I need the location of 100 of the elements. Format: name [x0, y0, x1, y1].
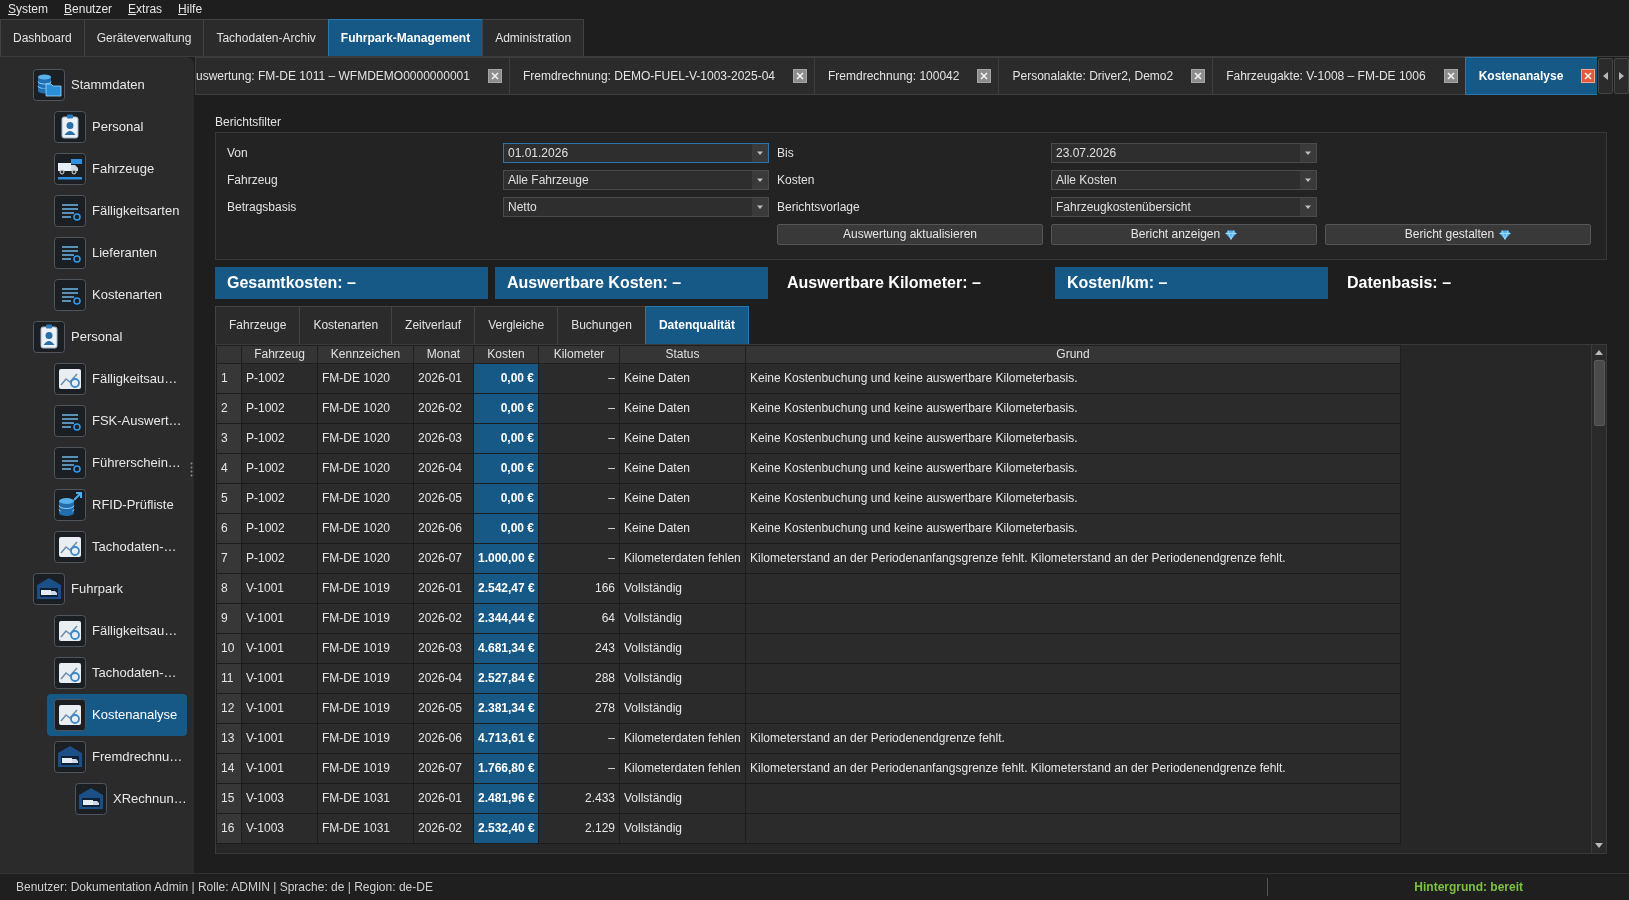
sidebar-item[interactable]: Stammdaten: [26, 64, 187, 106]
sidebar-item[interactable]: Fuhrpark: [26, 568, 187, 610]
tab[interactable]: Fahrzeuge: [215, 306, 301, 344]
action-button[interactable]: Bericht anzeigen: [1051, 224, 1317, 245]
background-status-text: Hintergrund: bereit: [1414, 879, 1523, 895]
sidebar-item[interactable]: Führerschein…: [47, 442, 187, 484]
list-icon: [54, 237, 86, 269]
table-cell: 0,00 €: [473, 453, 539, 484]
table-cell: FM-DE 1019: [317, 573, 414, 604]
tab[interactable]: Geräteverwaltung: [83, 19, 205, 56]
sidebar-item[interactable]: FSK-Auswert…: [47, 400, 187, 442]
column-header[interactable]: Kosten: [473, 345, 539, 364]
sidebar-item[interactable]: Kostenarten: [47, 274, 187, 316]
tab[interactable]: Tachodaten-Archiv: [203, 19, 329, 56]
tab[interactable]: Fremdrechnung: 100042: [814, 57, 1000, 95]
table-cell: 166: [538, 573, 620, 604]
table-cell: 2026-05: [413, 693, 474, 724]
sidebar-item[interactable]: Personal: [47, 106, 187, 148]
tab[interactable]: uswertung: FM-DE 1011 – WFMDEMO0000000001: [195, 57, 510, 95]
column-header[interactable]: Grund: [745, 345, 1401, 364]
sidebar-item[interactable]: Kostenanalyse: [47, 694, 187, 736]
row-header: 7: [216, 543, 242, 574]
dropdown[interactable]: 23.07.2026: [1051, 143, 1317, 163]
sidebar-item[interactable]: Personal: [26, 316, 187, 358]
sidebar-item[interactable]: Fahrzeuge: [47, 148, 187, 190]
table-cell: P-1002: [241, 423, 318, 454]
table-cell: Kilometerstand an der Periodenendgrenze fehlt.: [745, 723, 1401, 754]
column-header[interactable]: Monat: [413, 345, 474, 364]
tab[interactable]: Zeitverlauf: [391, 306, 476, 344]
dropdown[interactable]: Fahrzeugkostenübersicht: [1051, 197, 1317, 217]
table-cell: 2026-07: [413, 753, 474, 784]
dropdown[interactable]: 01.01.2026: [503, 143, 769, 163]
tab[interactable]: Buchungen: [557, 306, 646, 344]
splitter-grip-icon[interactable]: [190, 462, 193, 479]
table-cell: Vollständig: [619, 693, 746, 724]
table-cell: 2026-01: [413, 573, 474, 604]
tab[interactable]: Administration: [482, 19, 585, 56]
menu-item[interactable]: System: [0, 0, 57, 19]
table-cell: Keine Daten: [619, 483, 746, 514]
table-cell: FM-DE 1031: [317, 813, 414, 844]
row-header: 16: [216, 813, 242, 844]
dropdown[interactable]: Alle Fahrzeuge: [503, 170, 769, 190]
garage-truck-icon: [33, 573, 65, 605]
table-cell: –: [538, 363, 620, 394]
sidebar-item[interactable]: RFID-Prüfliste: [47, 484, 187, 526]
column-header[interactable]: Status: [619, 345, 746, 364]
menu-item[interactable]: Benutzer: [56, 0, 121, 19]
close-icon[interactable]: [1581, 69, 1596, 83]
scroll-left-button[interactable]: [1598, 58, 1614, 94]
action-button[interactable]: Bericht gestalten: [1325, 224, 1591, 245]
tab[interactable]: Datenqualität: [644, 306, 749, 344]
sidebar-item[interactable]: Lieferanten: [47, 232, 187, 274]
close-icon[interactable]: [793, 69, 808, 83]
sidebar-item[interactable]: Fälligkeitsau…: [47, 610, 187, 652]
sidebar-item[interactable]: Fälligkeitsarten: [47, 190, 187, 232]
sidebar-item[interactable]: XRechnun…: [68, 778, 187, 820]
tab[interactable]: Personalakte: Driver2, Demo2: [998, 57, 1214, 95]
action-button[interactable]: Auswertung aktualisieren: [777, 224, 1043, 245]
close-icon[interactable]: [1443, 69, 1458, 83]
vertical-scrollbar[interactable]: [1591, 345, 1606, 853]
menu-item[interactable]: Hilfe: [170, 0, 211, 19]
group-title: Berichtsfilter: [215, 115, 283, 129]
table-cell: 2026-02: [413, 393, 474, 424]
tab[interactable]: Fuhrpark-Management: [327, 19, 484, 56]
table-cell: V-1003: [241, 813, 318, 844]
table-cell: 2.433: [538, 783, 620, 814]
table-cell: FM-DE 1019: [317, 633, 414, 664]
dropdown[interactable]: Netto: [503, 197, 769, 217]
row-header: 1: [216, 363, 242, 394]
tab[interactable]: Fahrzeugakte: V-1008 – FM-DE 1006: [1212, 57, 1466, 95]
table-cell: Vollständig: [619, 603, 746, 634]
table-cell: FM-DE 1019: [317, 663, 414, 694]
column-header[interactable]: Kilometer: [538, 345, 620, 364]
close-icon[interactable]: [1191, 69, 1206, 83]
column-header[interactable]: Kennzeichen: [317, 345, 414, 364]
table-cell: V-1001: [241, 603, 318, 634]
tab[interactable]: Vergleiche: [474, 306, 559, 344]
sidebar-item[interactable]: Tachodaten-…: [47, 526, 187, 568]
dropdown[interactable]: Alle Kosten: [1051, 170, 1317, 190]
table-cell: 64: [538, 603, 620, 634]
sidebar-item[interactable]: Fälligkeitsau…: [47, 358, 187, 400]
tab[interactable]: Fremdrechnung: DEMO-FUEL-V-1003-2025-04: [508, 57, 816, 95]
table-cell: Kilometerdaten fehlen: [619, 543, 746, 574]
tab[interactable]: Dashboard: [0, 19, 85, 56]
row-header: 10: [216, 633, 242, 664]
table-cell: 278: [538, 693, 620, 724]
tab[interactable]: Kostenanalyse: [1464, 57, 1598, 95]
close-icon[interactable]: [977, 69, 992, 83]
tab[interactable]: Kostenarten: [299, 306, 393, 344]
close-icon[interactable]: [487, 69, 502, 83]
table-cell: –: [538, 723, 620, 754]
sidebar-item[interactable]: Tachodaten-…: [47, 652, 187, 694]
scrollbar-thumb[interactable]: [1593, 360, 1605, 426]
table-cell: –: [538, 513, 620, 544]
sidebar-item[interactable]: Fremdrechnu…: [47, 736, 187, 778]
scroll-right-button[interactable]: [1614, 58, 1629, 94]
menu-item[interactable]: Extras: [120, 0, 171, 19]
column-header[interactable]: Fahrzeug: [241, 345, 318, 364]
row-header: 13: [216, 723, 242, 754]
caret-up-icon: [1595, 350, 1603, 355]
